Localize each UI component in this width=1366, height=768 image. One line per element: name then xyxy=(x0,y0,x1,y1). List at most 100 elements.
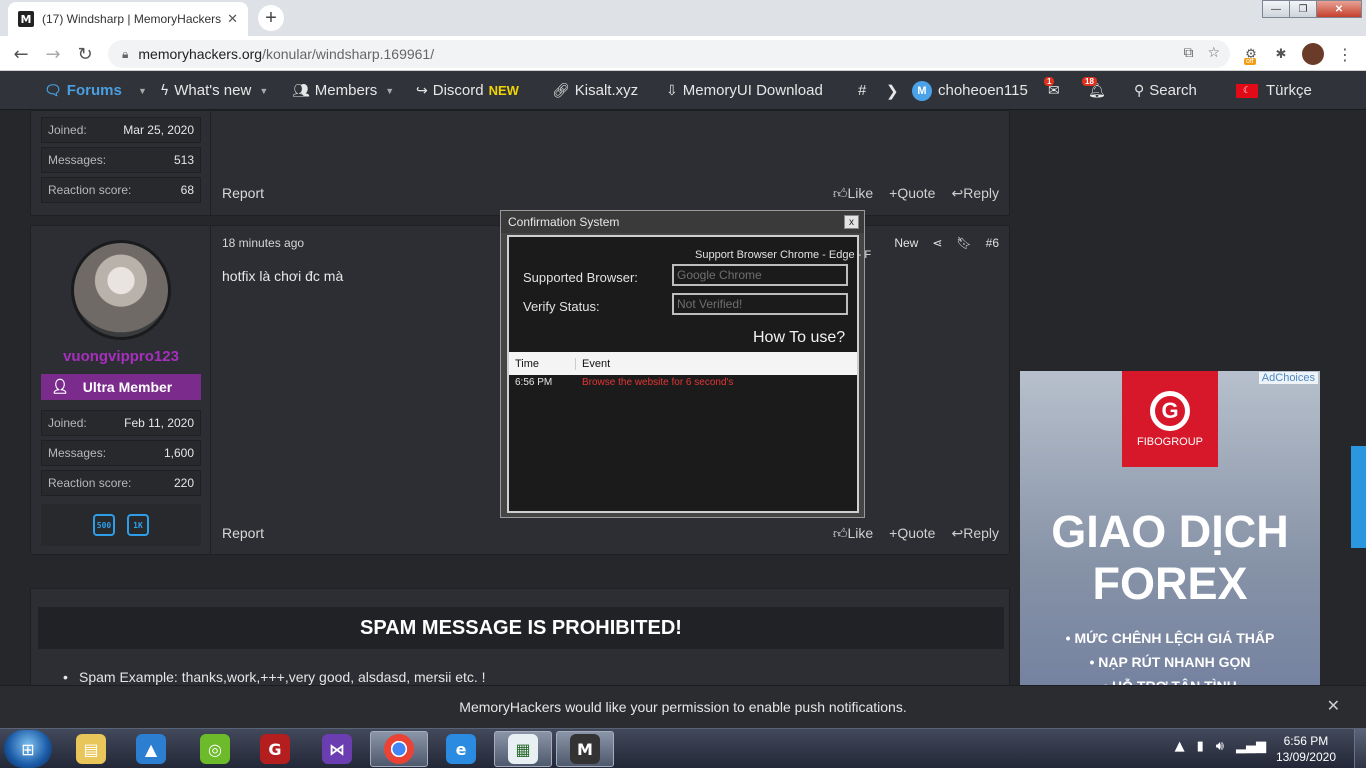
taskbar-app-window[interactable]: ▦ xyxy=(494,731,552,767)
page-scrollbar-thumb[interactable] xyxy=(1351,446,1366,548)
browser-menu-icon[interactable]: ⋮ xyxy=(1334,43,1356,65)
nav-search[interactable]: ⚲ Search xyxy=(1134,71,1197,110)
log-time: 6:56 PM xyxy=(515,377,553,388)
chrome-icon xyxy=(384,734,414,764)
nav-whats-new[interactable]: ϟ What's new ▼ xyxy=(160,71,268,110)
windows-logo-icon: ⊞ xyxy=(21,739,35,759)
trophy-icon[interactable]: 1K xyxy=(127,514,149,536)
dialog-close-button[interactable]: x xyxy=(844,215,859,229)
advertisement[interactable]: AdChoices G FIBOGROUP GIAO DỊCH FOREX • … xyxy=(1020,371,1320,688)
extensions-puzzle-icon[interactable]: ✱ xyxy=(1270,43,1292,65)
maximize-button[interactable]: ❐ xyxy=(1289,0,1317,18)
reply-button[interactable]: ↩Reply xyxy=(951,525,999,542)
translate-icon[interactable]: ⧉ xyxy=(1183,45,1193,61)
taskbar-explorer[interactable]: ▤ xyxy=(62,731,120,767)
browser-tab[interactable]: M (17) Windsharp | MemoryHackers ✕ xyxy=(8,2,248,36)
thumbs-up-icon: 👍︎ xyxy=(832,525,848,541)
show-desktop-button[interactable] xyxy=(1354,729,1366,768)
minimize-button[interactable]: — xyxy=(1262,0,1290,18)
nav-language-label: Türkçe xyxy=(1266,82,1312,99)
event-log-row[interactable]: 6:56 PM Browse the website for 6 second'… xyxy=(509,377,857,393)
reply-button[interactable]: ↩Reply xyxy=(951,185,999,202)
tab-title: (17) Windsharp | MemoryHackers xyxy=(42,12,222,26)
green-app-icon: ◎ xyxy=(200,734,230,764)
post-time[interactable]: 18 minutes ago xyxy=(222,236,304,250)
back-arrow-icon[interactable]: ← xyxy=(8,41,34,67)
reply-icon: ↩ xyxy=(951,185,964,201)
share-icon[interactable]: ⋖ xyxy=(932,236,942,250)
bookmark-icon[interactable]: 🔖︎ xyxy=(956,236,971,250)
reload-icon[interactable]: ↻ xyxy=(72,41,98,67)
post-username[interactable]: vuongvippro123 xyxy=(31,348,211,365)
new-badge: NEW xyxy=(488,83,519,98)
user-title-banner: 👤︎ Ultra Member xyxy=(41,374,201,400)
taskbar-chrome[interactable] xyxy=(370,731,428,767)
log-event: Browse the website for 6 second's xyxy=(582,377,734,388)
supported-browser-label: Supported Browser: xyxy=(523,270,638,285)
report-link[interactable]: Report xyxy=(222,525,264,541)
stat-reaction-score: Reaction score: 68 xyxy=(41,177,201,203)
taskbar-memoryhackers[interactable]: M xyxy=(556,731,614,767)
tray-arrow-icon[interactable]: ▲ xyxy=(1175,739,1185,754)
bolt-icon: ϟ xyxy=(160,82,170,99)
nav-language[interactable]: ☾ Türkçe xyxy=(1236,71,1312,110)
nav-forums-dropdown[interactable]: ▼ xyxy=(130,71,147,110)
browser-tab-bar: M (17) Windsharp | MemoryHackers ✕ + — ❐… xyxy=(0,0,1366,36)
like-label: Like xyxy=(847,185,874,201)
how-to-use-link[interactable]: How To use? xyxy=(753,329,845,347)
fibogroup-logo: G FIBOGROUP xyxy=(1122,371,1218,467)
stat-joined: Joined: Mar 25, 2020 xyxy=(41,117,201,143)
report-link[interactable]: Report xyxy=(222,185,264,201)
browser-toolbar: ← → ↻ 🔒︎ memoryhackers.org/konular/winds… xyxy=(0,36,1366,71)
push-notification-bar[interactable]: MemoryHackers would like your permission… xyxy=(0,685,1366,728)
visual-studio-icon: ⋈ xyxy=(322,734,352,764)
post-number[interactable]: #6 xyxy=(986,236,999,250)
supported-browser-field[interactable]: Google Chrome xyxy=(672,264,848,286)
taskbar-visual-studio[interactable]: ⋈ xyxy=(308,731,366,767)
nav-hash[interactable]: # xyxy=(858,71,866,110)
bookmark-star-icon[interactable]: ☆ xyxy=(1207,45,1220,61)
event-log-header: Time Event xyxy=(509,352,857,375)
nav-members[interactable]: 👥︎ Members ▼ xyxy=(292,71,394,110)
stat-key: Messages: xyxy=(48,153,107,167)
new-tab-button[interactable]: + xyxy=(258,5,284,31)
rules-title: SPAM MESSAGE IS PROHIBITED! xyxy=(38,607,1004,649)
trophy-icon[interactable]: 500 xyxy=(93,514,115,536)
start-button[interactable]: ⊞ xyxy=(4,730,52,768)
nav-search-label: Search xyxy=(1149,82,1197,99)
like-button[interactable]: 👍︎Like xyxy=(833,525,873,542)
adchoices-link[interactable]: AdChoices xyxy=(1258,372,1318,384)
tab-close-icon[interactable]: ✕ xyxy=(227,11,238,27)
notification-close-icon[interactable]: ✕ xyxy=(1327,696,1340,715)
taskbar-app-arrow[interactable]: ▲ xyxy=(122,731,180,767)
nav-forums-label: Forums xyxy=(66,82,122,99)
taskbar-ie[interactable]: e xyxy=(432,731,490,767)
like-button[interactable]: 👍︎Like xyxy=(833,185,873,202)
nav-kisalt[interactable]: 🔗︎ Kisalt.xyz xyxy=(552,71,638,110)
nav-discord[interactable]: ↪ Discord NEW xyxy=(416,71,519,110)
quote-button[interactable]: +Quote xyxy=(889,525,935,542)
verify-status-field[interactable]: Not Verified! xyxy=(672,293,848,315)
profile-avatar[interactable] xyxy=(1302,43,1324,65)
verify-status-label: Verify Status: xyxy=(523,299,600,314)
address-bar[interactable]: 🔒︎ memoryhackers.org/konular/windsharp.1… xyxy=(108,40,1230,68)
nav-more-arrow[interactable]: ❯ xyxy=(886,71,899,110)
user-icon: 👤︎ xyxy=(51,379,69,395)
new-label: New xyxy=(894,236,919,250)
omnibox-actions: ⧉ ☆ xyxy=(1183,45,1220,61)
battery-icon[interactable]: ▮ xyxy=(1197,739,1204,754)
user-avatar[interactable] xyxy=(71,240,171,340)
quote-button[interactable]: +Quote xyxy=(889,185,935,202)
nav-user-account[interactable]: M choheoen115 xyxy=(912,71,1028,110)
forward-arrow-icon[interactable]: → xyxy=(40,41,66,67)
nav-memoryui-download[interactable]: ⇩ MemoryUI Download xyxy=(666,71,823,110)
nav-forums[interactable]: 🗨︎ Forums xyxy=(44,71,122,110)
network-icon[interactable]: ▂▄▆ xyxy=(1236,739,1266,754)
dialog-titlebar[interactable]: Confirmation System xyxy=(501,211,864,233)
taskbar-app-green[interactable]: ◎ xyxy=(186,731,244,767)
volume-icon[interactable]: 🔊︎ xyxy=(1216,739,1224,754)
window-close-button[interactable]: ✕ xyxy=(1316,0,1362,18)
taskbar-app-garena[interactable]: G xyxy=(246,731,304,767)
system-clock[interactable]: 6:56 PM 13/09/2020 xyxy=(1276,733,1336,765)
ad-bullet: • MỨC CHÊNH LỆCH GIÁ THẤP xyxy=(1065,630,1275,646)
